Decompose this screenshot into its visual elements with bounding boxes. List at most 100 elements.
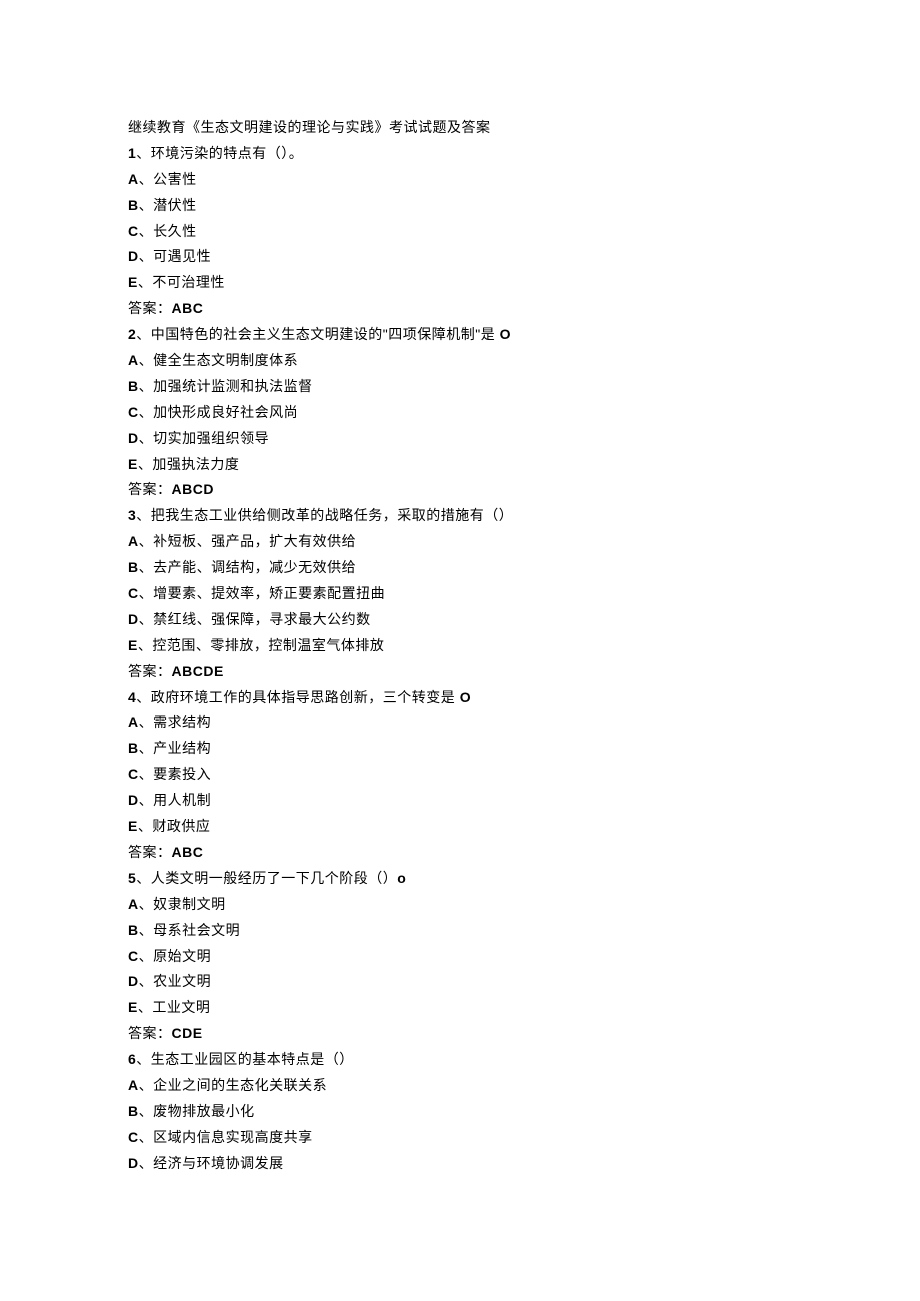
document-title: 继续教育《生态文明建设的理论与实践》考试试题及答案 bbox=[128, 115, 792, 141]
option-letter: B bbox=[128, 740, 139, 756]
answer-label: 答案： bbox=[128, 1025, 172, 1041]
option-text: 、禁红线、强保障，寻求最大公约数 bbox=[139, 611, 371, 627]
option-line: A、企业之间的生态化关联关系 bbox=[128, 1073, 792, 1099]
option-line: D、切实加强组织领导 bbox=[128, 426, 792, 452]
option-letter: C bbox=[128, 948, 139, 964]
option-letter: B bbox=[128, 1103, 139, 1119]
option-letter: A bbox=[128, 896, 139, 912]
option-line: C、区域内信息实现高度共享 bbox=[128, 1125, 792, 1151]
option-text: 、加强执法力度 bbox=[138, 456, 240, 472]
option-text: 、增要素、提效率，矫正要素配置扭曲 bbox=[139, 585, 386, 601]
answer-label: 答案： bbox=[128, 300, 172, 316]
answer-line: 答案：ABCD bbox=[128, 477, 792, 503]
option-line: D、禁红线、强保障，寻求最大公约数 bbox=[128, 607, 792, 633]
option-text: 、去产能、调结构，减少无效供给 bbox=[139, 559, 357, 575]
option-line: D、可遇见性 bbox=[128, 244, 792, 270]
option-line: B、潜伏性 bbox=[128, 193, 792, 219]
option-line: A、公害性 bbox=[128, 167, 792, 193]
option-letter: B bbox=[128, 922, 139, 938]
question-body: 、把我生态工业供给侧改革的战略任务，采取的措施有（） bbox=[136, 507, 513, 523]
option-text: 、废物排放最小化 bbox=[139, 1103, 255, 1119]
option-letter: C bbox=[128, 223, 139, 239]
answer-label: 答案： bbox=[128, 663, 172, 679]
option-letter: C bbox=[128, 1129, 139, 1145]
option-line: B、产业结构 bbox=[128, 736, 792, 762]
option-line: E、工业文明 bbox=[128, 995, 792, 1021]
option-line: A、需求结构 bbox=[128, 710, 792, 736]
answer-value: ABC bbox=[172, 300, 204, 316]
answer-value: ABCDE bbox=[172, 663, 224, 679]
option-text: 、公害性 bbox=[139, 171, 197, 187]
option-text: 、母系社会文明 bbox=[139, 922, 241, 938]
option-letter: E bbox=[128, 999, 138, 1015]
option-line: C、原始文明 bbox=[128, 944, 792, 970]
option-text: 、可遇见性 bbox=[139, 248, 212, 264]
option-letter: A bbox=[128, 1077, 139, 1093]
option-text: 、产业结构 bbox=[139, 740, 212, 756]
option-text: 、切实加强组织领导 bbox=[139, 430, 270, 446]
option-line: E、不可治理性 bbox=[128, 270, 792, 296]
option-text: 、要素投入 bbox=[139, 766, 212, 782]
answer-value: ABC bbox=[172, 844, 204, 860]
answer-label: 答案： bbox=[128, 481, 172, 497]
option-line: E、财政供应 bbox=[128, 814, 792, 840]
option-line: D、农业文明 bbox=[128, 969, 792, 995]
option-text: 、企业之间的生态化关联关系 bbox=[139, 1077, 328, 1093]
option-letter: C bbox=[128, 585, 139, 601]
option-letter: D bbox=[128, 1155, 139, 1171]
option-line: A、健全生态文明制度体系 bbox=[128, 348, 792, 374]
option-letter: C bbox=[128, 766, 139, 782]
option-letter: A bbox=[128, 714, 139, 730]
option-letter: D bbox=[128, 430, 139, 446]
option-text: 、需求结构 bbox=[139, 714, 212, 730]
option-text: 、不可治理性 bbox=[138, 274, 225, 290]
option-letter: C bbox=[128, 404, 139, 420]
answer-value: ABCD bbox=[172, 481, 214, 497]
option-letter: A bbox=[128, 533, 139, 549]
question-text: 4、政府环境工作的具体指导思路创新，三个转变是 O bbox=[128, 685, 792, 711]
option-text: 、工业文明 bbox=[138, 999, 211, 1015]
option-letter: D bbox=[128, 792, 139, 808]
answer-line: 答案：ABCDE bbox=[128, 659, 792, 685]
question-body: 、政府环境工作的具体指导思路创新，三个转变是 bbox=[136, 689, 459, 705]
option-letter: A bbox=[128, 352, 139, 368]
question-body: 、人类文明一般经历了一下几个阶段（） bbox=[136, 870, 397, 886]
option-line: C、长久性 bbox=[128, 219, 792, 245]
question-body: 、环境污染的特点有（）。 bbox=[136, 145, 303, 161]
option-text: 、补短板、强产品，扩大有效供给 bbox=[139, 533, 357, 549]
option-letter: B bbox=[128, 197, 139, 213]
option-line: B、去产能、调结构，减少无效供给 bbox=[128, 555, 792, 581]
option-line: A、奴隶制文明 bbox=[128, 892, 792, 918]
question-suffix: O bbox=[500, 326, 511, 342]
option-letter: A bbox=[128, 171, 139, 187]
option-letter: E bbox=[128, 456, 138, 472]
option-line: B、母系社会文明 bbox=[128, 918, 792, 944]
question-body: 、中国特色的社会主义生态文明建设的"四项保障机制"是 bbox=[136, 326, 499, 342]
option-letter: D bbox=[128, 248, 139, 264]
question-suffix: O bbox=[460, 689, 471, 705]
answer-line: 答案：CDE bbox=[128, 1021, 792, 1047]
option-text: 、长久性 bbox=[139, 223, 197, 239]
option-text: 、控范围、零排放，控制温室气体排放 bbox=[138, 637, 385, 653]
answer-line: 答案：ABC bbox=[128, 840, 792, 866]
option-text: 、潜伏性 bbox=[139, 197, 197, 213]
answer-line: 答案：ABC bbox=[128, 296, 792, 322]
option-letter: E bbox=[128, 637, 138, 653]
option-text: 、区域内信息实现高度共享 bbox=[139, 1129, 313, 1145]
option-line: D、经济与环境协调发展 bbox=[128, 1151, 792, 1177]
questions-container: 1、环境污染的特点有（）。A、公害性B、潜伏性C、长久性D、可遇见性E、不可治理… bbox=[128, 141, 792, 1177]
option-line: E、加强执法力度 bbox=[128, 452, 792, 478]
question-text: 1、环境污染的特点有（）。 bbox=[128, 141, 792, 167]
option-letter: E bbox=[128, 274, 138, 290]
option-line: C、要素投入 bbox=[128, 762, 792, 788]
question-suffix: o bbox=[397, 870, 406, 886]
option-text: 、奴隶制文明 bbox=[139, 896, 226, 912]
option-line: A、补短板、强产品，扩大有效供给 bbox=[128, 529, 792, 555]
option-letter: B bbox=[128, 378, 139, 394]
option-text: 、加强统计监测和执法监督 bbox=[139, 378, 313, 394]
option-text: 、健全生态文明制度体系 bbox=[139, 352, 299, 368]
option-letter: D bbox=[128, 611, 139, 627]
option-line: C、增要素、提效率，矫正要素配置扭曲 bbox=[128, 581, 792, 607]
answer-value: CDE bbox=[172, 1025, 203, 1041]
option-line: D、用人机制 bbox=[128, 788, 792, 814]
